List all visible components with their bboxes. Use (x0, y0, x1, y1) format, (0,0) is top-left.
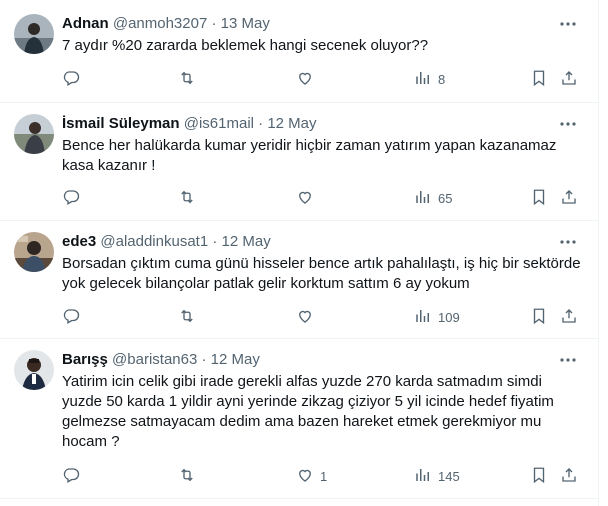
views-icon (414, 307, 432, 328)
bookmark-button[interactable] (530, 306, 548, 328)
tweet-actions: 65 (54, 187, 590, 209)
retweet-icon (178, 466, 196, 487)
retweet-button[interactable] (178, 187, 196, 209)
author-name[interactable]: Adnan (62, 15, 109, 32)
avatar[interactable] (14, 14, 54, 54)
like-icon (296, 69, 314, 90)
view-count: 65 (438, 190, 453, 206)
reply-icon (62, 188, 80, 209)
tweet-text: Borsadan çıktım cuma günü hisseler bence… (62, 255, 581, 292)
share-icon (560, 188, 578, 209)
tweet-date[interactable]: · 12 May (202, 351, 260, 368)
tweet-text: 7 aydır %20 zararda beklemek hangi secen… (62, 37, 429, 54)
more-icon[interactable] (558, 232, 578, 252)
tweet[interactable]: İsmail Süleyman @is61mail · 12 May Bence… (0, 102, 598, 221)
tweet-text: Yatirim icin celik gibi irade gerekli al… (62, 373, 554, 450)
avatar[interactable] (14, 350, 54, 390)
more-icon[interactable] (558, 14, 578, 34)
view-count: 109 (438, 309, 460, 325)
reply-icon (62, 466, 80, 487)
reply-button[interactable] (62, 68, 80, 90)
avatar[interactable] (14, 114, 54, 154)
retweet-button[interactable] (178, 306, 196, 328)
reply-button[interactable] (62, 187, 80, 209)
retweet-icon (178, 307, 196, 328)
views-icon (414, 466, 432, 487)
tweet-actions: 109 (54, 306, 590, 328)
share-button[interactable] (560, 306, 578, 328)
tweet-date[interactable]: · 12 May (212, 233, 270, 250)
tweet[interactable]: ede3 @aladdinkusat1 · 12 May Borsadan çı… (0, 220, 598, 339)
bookmark-icon (530, 69, 548, 90)
tweet-header: Adnan @anmoh3207 · 13 May (62, 14, 270, 34)
bookmark-icon (530, 188, 548, 209)
views-icon (414, 69, 432, 90)
views-button[interactable]: 109 (414, 306, 460, 328)
views-button[interactable]: 65 (414, 187, 452, 209)
retweet-icon (178, 188, 196, 209)
author-handle[interactable]: @aladdinkusat1 (100, 233, 208, 250)
retweet-icon (178, 69, 196, 90)
views-button[interactable]: 8 (414, 68, 445, 90)
bookmark-button[interactable] (530, 465, 548, 487)
like-icon (296, 466, 314, 487)
tweet-actions: 1 145 (54, 465, 590, 487)
more-icon[interactable] (558, 114, 578, 134)
reply-feed: Adnan @anmoh3207 · 13 May 7 aydır %20 za… (0, 0, 599, 506)
tweet-header: İsmail Süleyman @is61mail · 12 May (62, 114, 317, 134)
like-button[interactable] (296, 68, 320, 90)
tweet-header: ede3 @aladdinkusat1 · 12 May (62, 232, 271, 252)
reply-button[interactable] (62, 465, 80, 487)
bookmark-icon (530, 466, 548, 487)
tweet-text: Bence her halükarda kumar yeridir hiçbir… (62, 137, 557, 174)
tweet[interactable]: Barışş @baristan63 · 12 May Yatirim icin… (0, 338, 598, 499)
tweet-date[interactable]: · 13 May (211, 15, 269, 32)
views-icon (414, 188, 432, 209)
bookmark-button[interactable] (530, 187, 548, 209)
retweet-button[interactable] (178, 68, 196, 90)
like-icon (296, 188, 314, 209)
tweet-header: Barışş @baristan63 · 12 May (62, 350, 260, 370)
reply-button[interactable] (62, 306, 80, 328)
like-icon (296, 307, 314, 328)
retweet-button[interactable] (178, 465, 196, 487)
author-handle[interactable]: @anmoh3207 (113, 15, 207, 32)
author-handle[interactable]: @baristan63 (112, 351, 197, 368)
avatar[interactable] (14, 232, 54, 272)
views-button[interactable]: 145 (414, 465, 460, 487)
author-name[interactable]: ede3 (62, 233, 96, 250)
author-handle[interactable]: @is61mail (184, 115, 254, 132)
share-icon (560, 466, 578, 487)
share-icon (560, 307, 578, 328)
share-button[interactable] (560, 68, 578, 90)
tweet[interactable]: Adnan @anmoh3207 · 13 May 7 aydır %20 za… (0, 0, 598, 103)
bookmark-button[interactable] (530, 68, 548, 90)
author-name[interactable]: Barışş (62, 351, 108, 368)
bookmark-icon (530, 307, 548, 328)
like-button[interactable] (296, 306, 320, 328)
author-name[interactable]: İsmail Süleyman (62, 115, 180, 132)
like-button[interactable] (296, 187, 320, 209)
tweet-actions: 8 (54, 68, 590, 90)
more-icon[interactable] (558, 350, 578, 370)
like-count: 1 (320, 468, 328, 484)
share-button[interactable] (560, 187, 578, 209)
tweet-date[interactable]: · 12 May (258, 115, 316, 132)
view-count: 8 (438, 71, 446, 87)
share-icon (560, 69, 578, 90)
view-count: 145 (438, 468, 460, 484)
share-button[interactable] (560, 465, 578, 487)
reply-icon (62, 69, 80, 90)
like-button[interactable]: 1 (296, 465, 327, 487)
reply-icon (62, 307, 80, 328)
